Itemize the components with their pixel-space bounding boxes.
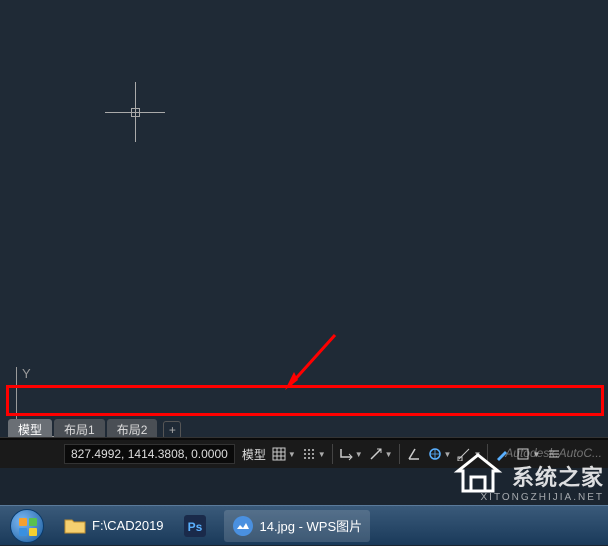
more-icon[interactable] — [543, 443, 565, 465]
snap-icon[interactable]: ▼ — [299, 443, 329, 465]
photoshop-icon: Ps — [184, 515, 206, 537]
taskbar-wps-label: 14.jpg - WPS图片 — [260, 516, 363, 535]
pen-icon[interactable] — [491, 443, 513, 465]
layer-icon[interactable]: ▼ — [513, 443, 543, 465]
osnap-icon[interactable]: ▼ — [454, 443, 484, 465]
ortho-icon[interactable]: ▼ — [336, 443, 366, 465]
tab-add-button[interactable]: + — [163, 421, 181, 439]
model-space-button[interactable]: 模型 — [239, 443, 269, 465]
drawing-canvas[interactable]: Y X — [0, 0, 608, 445]
taskbar-explorer-button[interactable]: F:\CAD2019 — [56, 510, 172, 542]
taskbar-explorer-label: F:\CAD2019 — [92, 518, 164, 533]
windows-logo-icon — [10, 509, 44, 543]
start-button[interactable] — [0, 506, 54, 546]
svg-text:Ps: Ps — [187, 520, 202, 534]
taskbar-wps-button[interactable]: 14.jpg - WPS图片 — [224, 510, 371, 542]
brand-url: XITONGZHIJIA.NET — [481, 492, 605, 503]
taskbar-photoshop-button[interactable]: Ps — [176, 510, 220, 542]
windows-taskbar: F:\CAD2019 Ps 14.jpg - WPS图片 — [0, 505, 608, 545]
grid-icon[interactable]: ▼ — [269, 443, 299, 465]
status-bar: 827.4992, 1414.3808, 0.0000 模型 ▼ ▼ ▼ ▼ ▼… — [0, 440, 608, 468]
folder-icon — [64, 515, 86, 537]
coordinates-display[interactable]: 827.4992, 1414.3808, 0.0000 — [64, 444, 235, 464]
wps-image-icon — [232, 515, 254, 537]
ucs-y-label: Y — [22, 366, 31, 381]
polar-icon[interactable]: ▼ — [366, 443, 396, 465]
angle-icon[interactable] — [403, 443, 425, 465]
iso-icon[interactable]: ▼ — [425, 443, 455, 465]
